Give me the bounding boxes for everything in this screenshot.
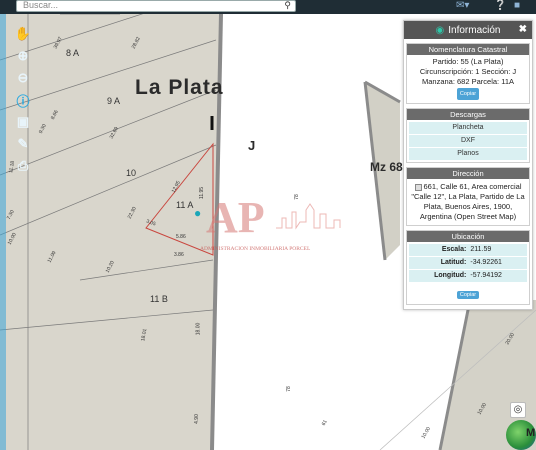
latitud-value: -34.92261 <box>470 259 502 266</box>
latitud-key: Latitud: <box>440 259 467 266</box>
search-input[interactable]: Buscar... ⚲ <box>16 0 296 12</box>
mail-icon[interactable]: ✉▾ <box>456 0 469 11</box>
measure-label: 78 <box>293 194 300 200</box>
print-icon[interactable]: ⎙ <box>13 156 33 176</box>
zone-letter: J <box>248 138 256 153</box>
panel-title: Información <box>448 24 501 36</box>
user-icon[interactable]: ■ <box>514 0 520 11</box>
zoom-out-icon[interactable]: ⊖ <box>13 68 33 88</box>
close-icon[interactable]: ✖ <box>519 24 527 35</box>
measure-label: 3.86 <box>174 252 184 258</box>
catastral-section: Nomenclatura Catastral Partido: 55 (La P… <box>406 43 530 104</box>
direccion-section: Dirección 661, Calle 61, Area comercial … <box>406 167 530 226</box>
section-heading: Ubicación <box>407 231 529 242</box>
layers-icon[interactable]: ▣ <box>13 112 33 132</box>
longitud-value: -57.94192 <box>470 272 502 279</box>
block-label: 11 B <box>150 294 168 304</box>
measure-label: 78 <box>285 386 292 392</box>
info-panel: ◉ Información ✖ Nomenclatura Catastral P… <box>403 20 533 310</box>
copy-catastral-button[interactable]: Copiar <box>456 88 480 100</box>
hand-icon[interactable]: ✋ <box>13 24 33 44</box>
escala-value: 211.59 <box>470 246 492 253</box>
watermark-text: ADMINISTRACION INMOBILIARIA PORCEL <box>200 246 311 252</box>
map-pin-icon: ◉ <box>435 24 445 36</box>
measure-label: 4.90 <box>193 414 200 424</box>
copy-ubicacion-button[interactable]: Copiar <box>456 291 480 299</box>
side-strip <box>0 14 6 450</box>
longitud-row: Longitud: -57.94192 <box>409 270 527 282</box>
block-label: 8 A <box>66 48 80 58</box>
info-icon[interactable]: ⓘ <box>13 90 33 110</box>
measure-label: 18.00 <box>195 322 202 336</box>
location-pin-icon[interactable]: ● <box>194 206 201 220</box>
help-icon[interactable]: ❔ <box>494 0 506 11</box>
map-provider-icon: M <box>526 427 536 439</box>
map-toolbar: ✋ ⊕ ⊖ ⓘ ▣ ✎ ⎙ <box>13 24 37 178</box>
section-heading: Dirección <box>407 168 529 179</box>
download-plancheta-link[interactable]: Plancheta <box>409 122 527 134</box>
longitud-key: Longitud: <box>434 272 467 279</box>
image-icon <box>414 183 422 191</box>
block-label: 9 A <box>107 96 121 106</box>
partido-line: Partido: 55 (La Plata) <box>432 57 504 66</box>
measure-label: 5.86 <box>176 234 186 240</box>
manzana-line: Manzana: 682 Parcela: 11A <box>421 77 514 86</box>
ubicacion-section: Ubicación Escala: 211.59 Latitud: -34.9226… <box>406 230 530 305</box>
search-icon[interactable]: ⚲ <box>284 0 291 11</box>
download-planos-link[interactable]: Planos <box>409 148 527 160</box>
measure-label: 11.95 <box>199 186 206 200</box>
latitud-row: Latitud: -34.92261 <box>409 257 527 269</box>
zoom-in-icon[interactable]: ⊕ <box>13 46 33 66</box>
block-label: 10 <box>126 168 137 178</box>
section-heading: Nomenclatura Catastral <box>407 44 529 55</box>
measure-icon[interactable]: ✎ <box>13 134 33 154</box>
download-dxf-link[interactable]: DXF <box>409 135 527 147</box>
block-label: 11 A <box>176 200 194 210</box>
search-placeholder: Buscar... <box>23 0 59 10</box>
section-heading: Descargas <box>407 109 529 120</box>
watermark-logo: AP <box>206 193 265 242</box>
city-label: La Plata <box>135 76 224 99</box>
circunscripcion-line: Circunscripción: 1 Sección: J <box>419 67 517 76</box>
escala-row: Escala: 211.59 <box>409 244 527 256</box>
info-panel-header: ◉ Información ✖ <box>404 21 532 39</box>
address-text: 661, Calle 61, Area comercial "Calle 12"… <box>411 182 525 221</box>
manzana-label: Mz 68 <box>370 160 403 174</box>
top-bar: Buscar... ⚲ ✉▾ ❔ ■ <box>0 0 536 14</box>
escala-key: Escala: <box>441 246 467 253</box>
descargas-section: Descargas Plancheta DXF Planos <box>406 108 530 163</box>
locate-icon[interactable]: ◎ <box>510 402 526 418</box>
